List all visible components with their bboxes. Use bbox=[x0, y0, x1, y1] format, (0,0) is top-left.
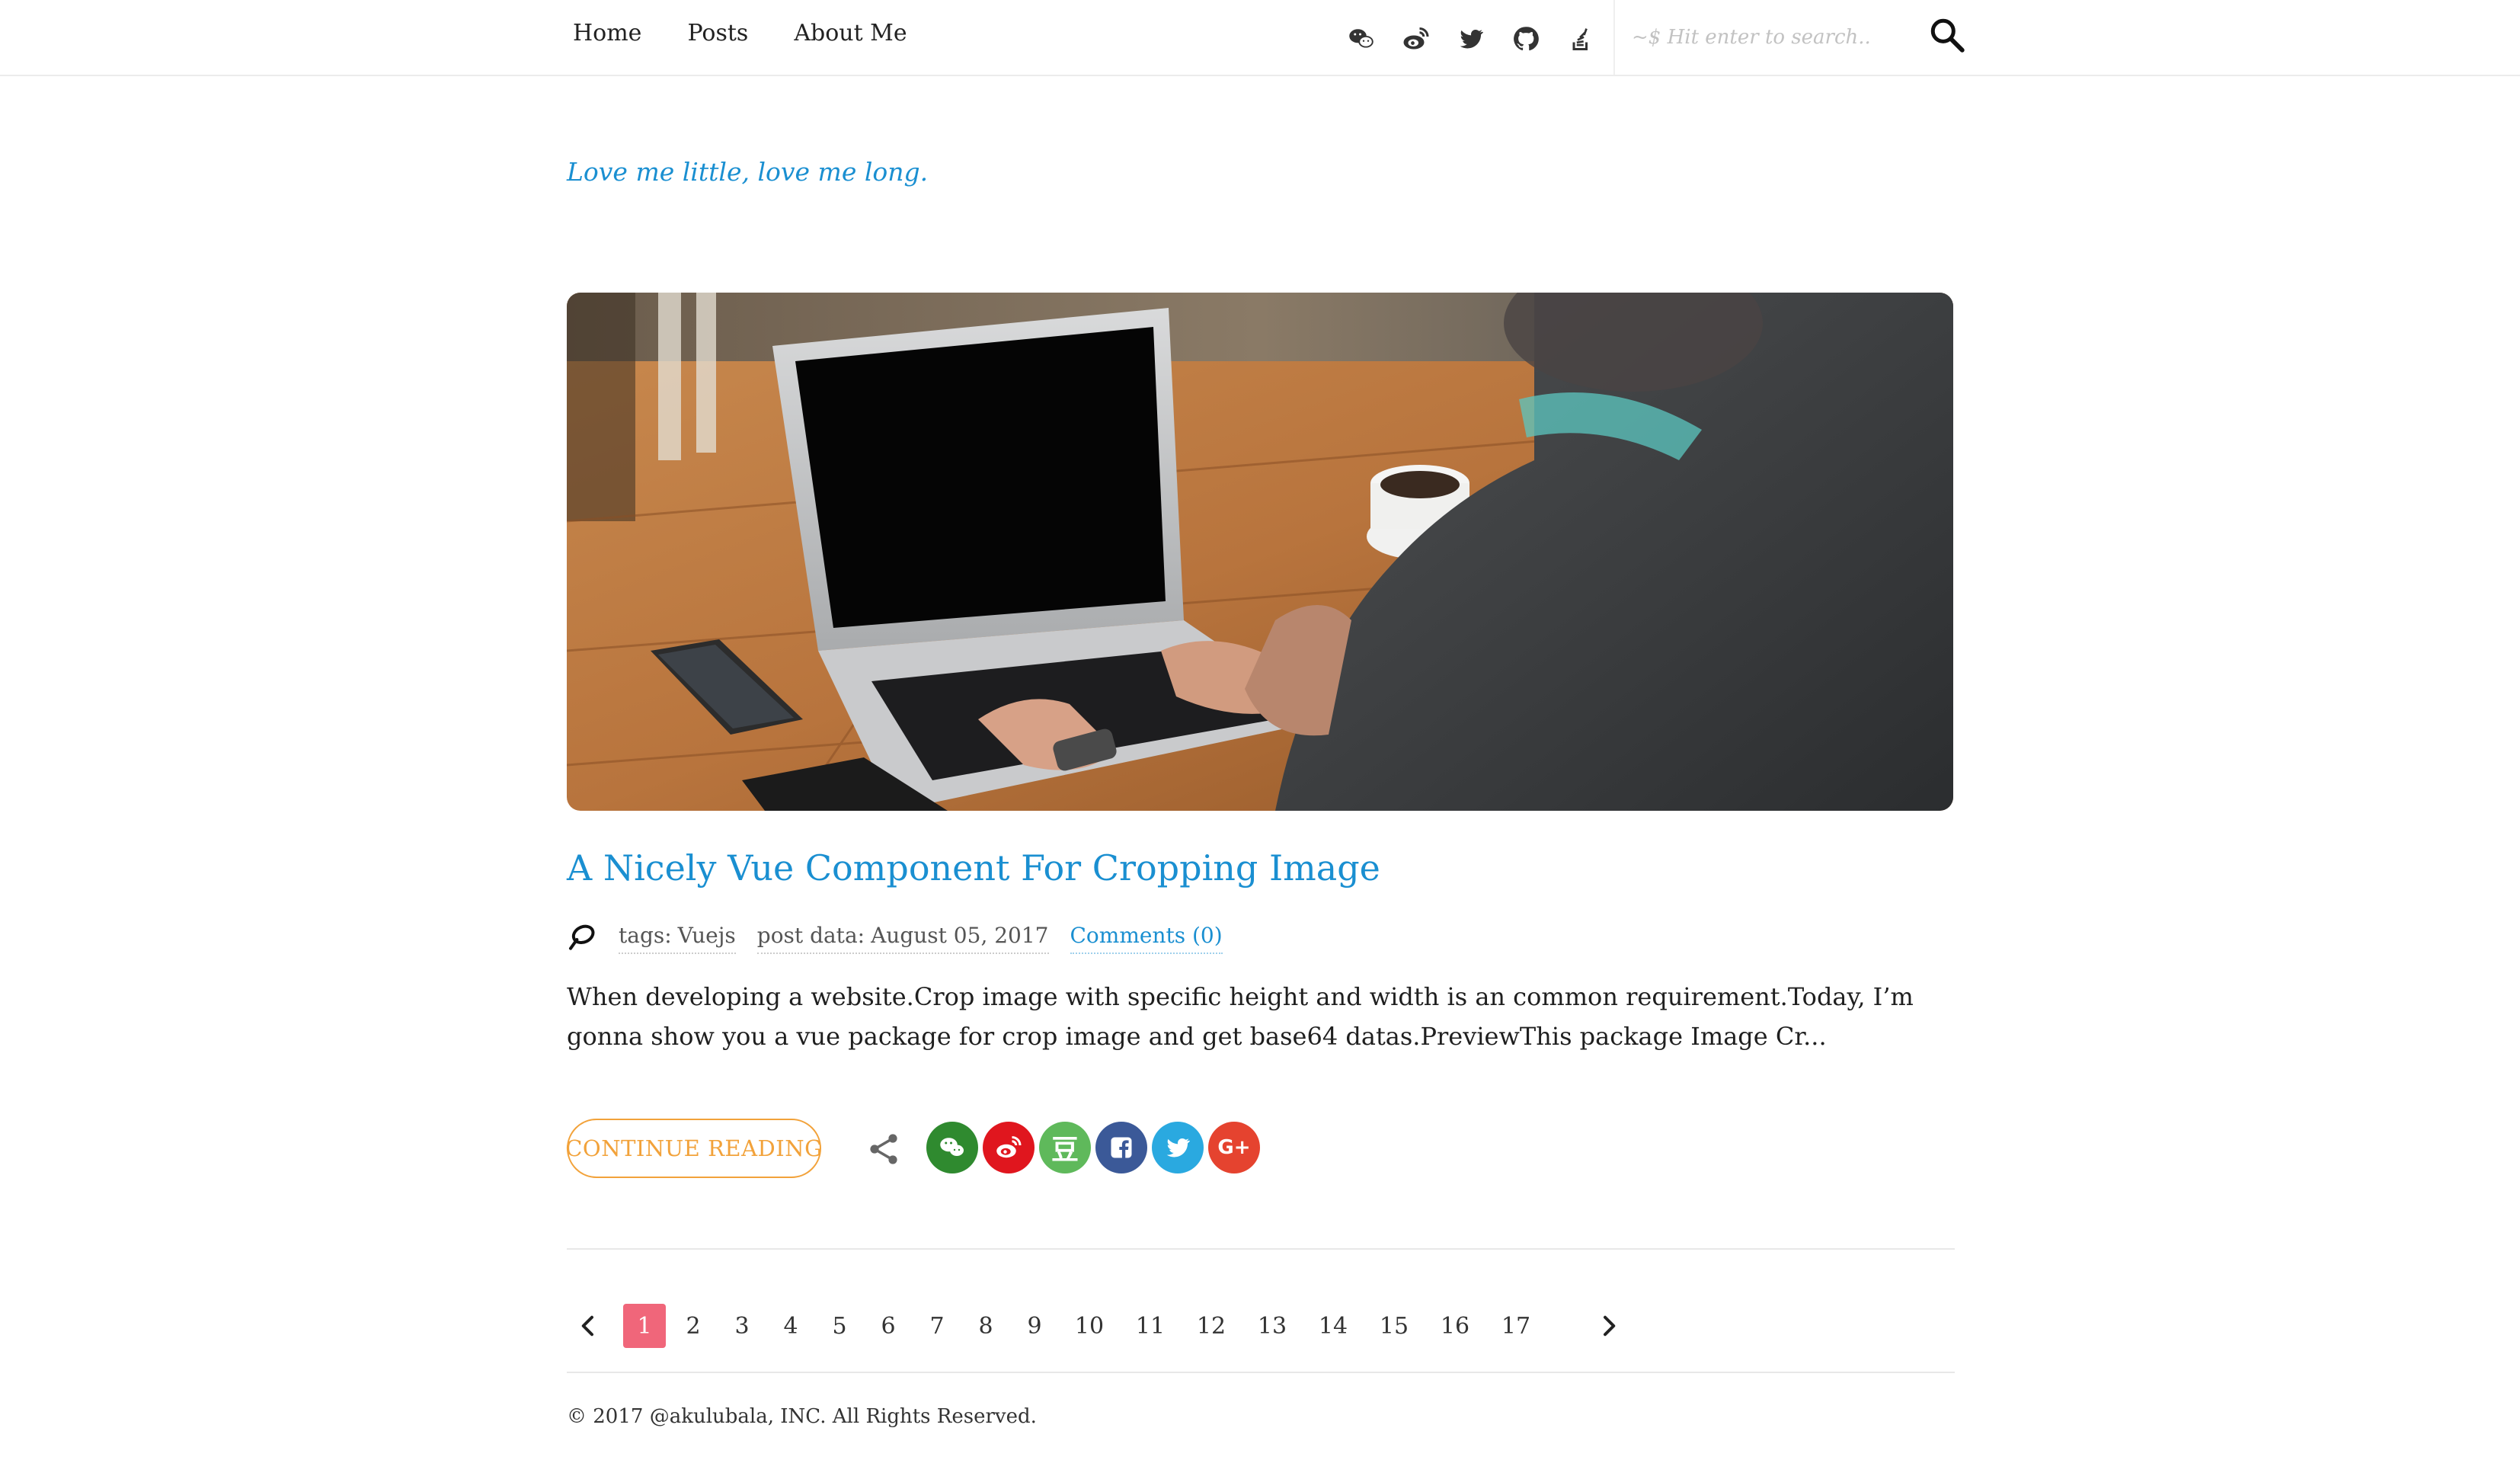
wechat-icon[interactable] bbox=[1345, 23, 1377, 55]
pagination: 1 2 3 4 5 6 7 8 9 10 11 12 13 14 15 16 1… bbox=[567, 1302, 1630, 1350]
share-twitter-icon[interactable] bbox=[1152, 1122, 1204, 1173]
continue-reading-button[interactable]: CONTINUE READING bbox=[565, 1119, 822, 1178]
post-excerpt: When developing a website.Crop image wit… bbox=[567, 982, 1914, 1051]
page-9[interactable]: 9 bbox=[1013, 1304, 1056, 1348]
stackoverflow-icon[interactable] bbox=[1565, 23, 1597, 55]
weibo-icon[interactable] bbox=[1400, 23, 1432, 55]
top-navbar: Home Posts About Me bbox=[0, 0, 2520, 76]
page-1[interactable]: 1 bbox=[623, 1304, 666, 1348]
date-label: post data: bbox=[756, 923, 865, 948]
page-10[interactable]: 10 bbox=[1062, 1304, 1117, 1348]
share-buttons: 豆 G+ bbox=[926, 1122, 1260, 1173]
date-value: August 05, 2017 bbox=[871, 923, 1049, 948]
share-wechat-icon[interactable] bbox=[926, 1122, 978, 1173]
page-11[interactable]: 11 bbox=[1123, 1304, 1178, 1348]
share-google-plus-icon[interactable]: G+ bbox=[1208, 1122, 1260, 1173]
page-17[interactable]: 17 bbox=[1489, 1304, 1543, 1348]
header-social-links bbox=[1345, 23, 1597, 55]
page-list: 1 2 3 4 5 6 7 8 9 10 11 12 13 14 15 16 1… bbox=[623, 1304, 1549, 1348]
main-nav: Home Posts About Me bbox=[573, 20, 907, 46]
page-16[interactable]: 16 bbox=[1428, 1304, 1482, 1348]
post-tags: tags: Vuejs bbox=[619, 923, 736, 954]
comments-link[interactable]: Comments (0) bbox=[1070, 923, 1223, 954]
twitter-icon[interactable] bbox=[1455, 23, 1487, 55]
footer-copyright: © 2017 @akulubala, INC. All Rights Reser… bbox=[567, 1405, 1037, 1428]
post-date: post data: August 05, 2017 bbox=[756, 923, 1049, 954]
page-13[interactable]: 13 bbox=[1245, 1304, 1300, 1348]
page-6[interactable]: 6 bbox=[867, 1304, 910, 1348]
next-page-icon[interactable] bbox=[1588, 1305, 1630, 1347]
tag-link[interactable]: Vuejs bbox=[678, 923, 736, 948]
search-divider bbox=[1613, 0, 1615, 75]
share-facebook-icon[interactable] bbox=[1095, 1122, 1147, 1173]
post-cover-image[interactable] bbox=[567, 293, 1953, 811]
nav-home[interactable]: Home bbox=[573, 20, 641, 46]
page-2[interactable]: 2 bbox=[672, 1304, 715, 1348]
site-motto: Love me little, love me long. bbox=[567, 157, 929, 187]
post-meta: tags: Vuejs post data: August 05, 2017 C… bbox=[567, 921, 1223, 956]
footer-divider bbox=[567, 1372, 1955, 1373]
tags-label: tags: bbox=[619, 923, 672, 948]
post-title[interactable]: A Nicely Vue Component For Cropping Imag… bbox=[567, 847, 1380, 888]
nav-posts[interactable]: Posts bbox=[687, 20, 748, 46]
nav-about-me[interactable]: About Me bbox=[794, 20, 907, 46]
content-divider bbox=[567, 1248, 1955, 1250]
page-5[interactable]: 5 bbox=[818, 1304, 861, 1348]
share-douban-icon[interactable]: 豆 bbox=[1039, 1122, 1091, 1173]
share-weibo-icon[interactable] bbox=[983, 1122, 1035, 1173]
prev-page-icon[interactable] bbox=[567, 1305, 609, 1347]
tag-icon bbox=[567, 921, 597, 956]
page-3[interactable]: 3 bbox=[721, 1304, 763, 1348]
page-7[interactable]: 7 bbox=[916, 1304, 958, 1348]
page-4[interactable]: 4 bbox=[769, 1304, 812, 1348]
share-icon[interactable] bbox=[865, 1131, 902, 1167]
page-15[interactable]: 15 bbox=[1367, 1304, 1421, 1348]
page-8[interactable]: 8 bbox=[964, 1304, 1007, 1348]
search-icon[interactable] bbox=[1926, 14, 1968, 56]
search-input[interactable] bbox=[1630, 18, 1908, 56]
page-14[interactable]: 14 bbox=[1306, 1304, 1361, 1348]
page-12[interactable]: 12 bbox=[1184, 1304, 1239, 1348]
github-icon[interactable] bbox=[1510, 23, 1542, 55]
